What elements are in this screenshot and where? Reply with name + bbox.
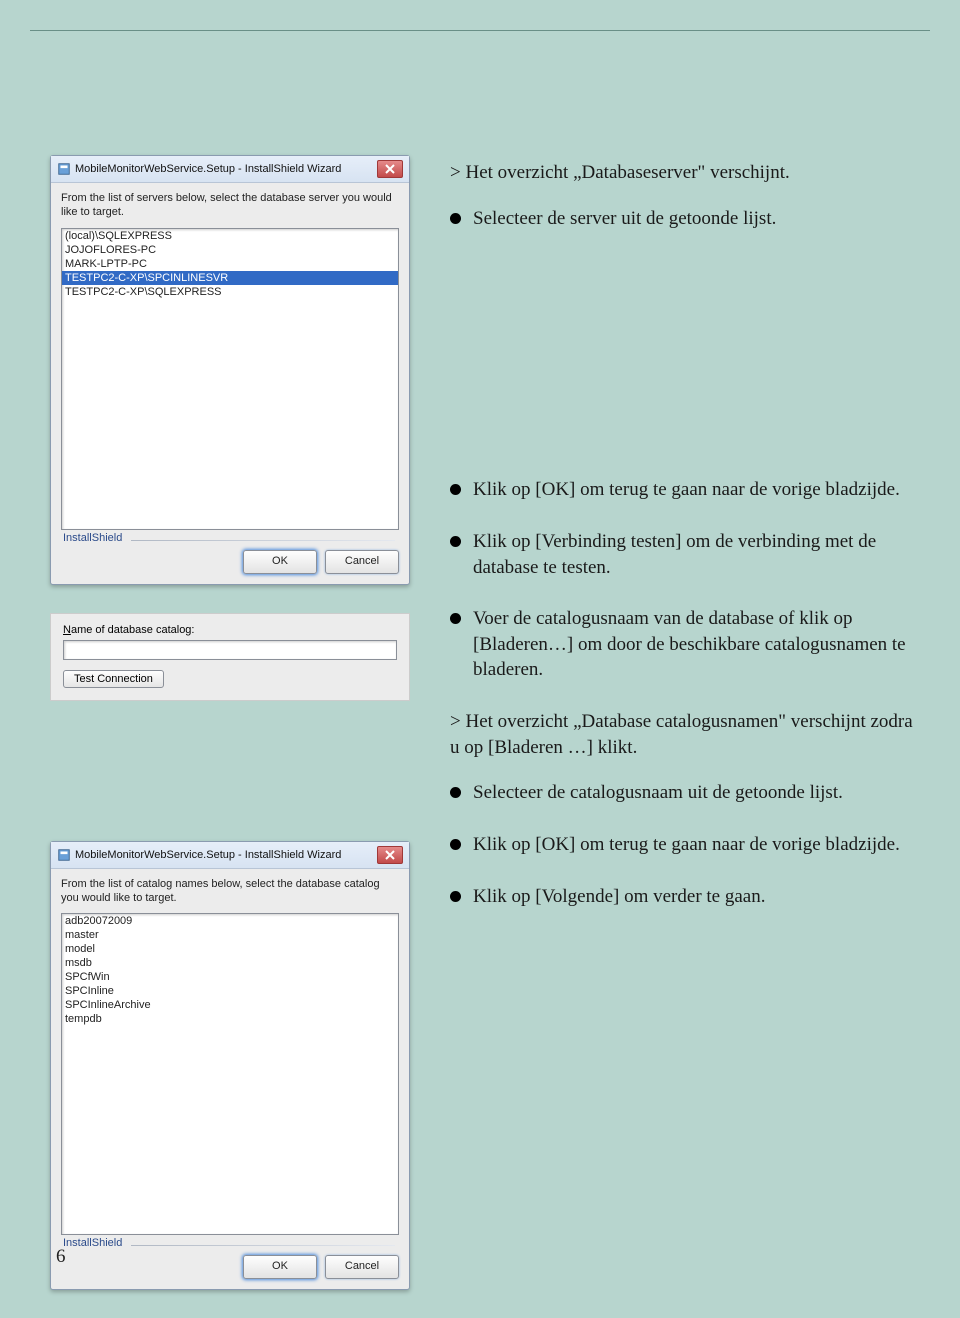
step-click-ok-1: Klik op [OK] om terug te gaan naar de vo… <box>450 477 920 503</box>
step-enter-catalog: Voer de catalogusnaam van de database of… <box>450 606 920 683</box>
left-column: MobileMonitorWebService.Setup - InstallS… <box>50 155 410 1318</box>
bullet-icon <box>450 484 461 495</box>
right-column: > Het overzicht „Databaseserver" verschi… <box>450 160 920 935</box>
step-select-server: Selecteer de server uit de getoonde lijs… <box>450 206 920 232</box>
catalog-listbox[interactable]: adb20072009mastermodelmsdbSPCfWinSPCInli… <box>61 913 399 1235</box>
step-test-connection: Klik op [Verbinding testen] om de verbin… <box>450 529 920 580</box>
list-item[interactable]: msdb <box>62 956 398 970</box>
step-text: Klik op [Volgende] om verder te gaan. <box>473 884 765 910</box>
ok-button[interactable]: OK <box>243 550 317 574</box>
list-item[interactable]: adb20072009 <box>62 914 398 928</box>
close-icon[interactable] <box>377 160 403 178</box>
dialog-select-server: MobileMonitorWebService.Setup - InstallS… <box>50 155 410 585</box>
installer-icon <box>57 848 71 862</box>
dialog-instruction: From the list of servers below, select t… <box>61 191 399 220</box>
step-text: Klik op [OK] om terug te gaan naar de vo… <box>473 832 900 858</box>
step-heading-1: > Het overzicht „Databaseserver" verschi… <box>450 160 920 186</box>
step-click-ok-2: Klik op [OK] om terug te gaan naar de vo… <box>450 832 920 858</box>
test-connection-button[interactable]: Test Connection <box>63 670 164 688</box>
cancel-button[interactable]: Cancel <box>325 550 399 574</box>
list-item[interactable]: SPCfWin <box>62 970 398 984</box>
step-select-catalog: Selecteer de catalogusnaam uit de getoon… <box>450 780 920 806</box>
installer-icon <box>57 162 71 176</box>
dialog-select-catalog: MobileMonitorWebService.Setup - InstallS… <box>50 841 410 1291</box>
page-number: 6 <box>56 1246 66 1268</box>
list-item[interactable]: TESTPC2-C-XP\SPCINLINESVR <box>62 271 398 285</box>
step-text: Selecteer de server uit de getoonde lijs… <box>473 206 776 232</box>
step-text: Klik op [Verbinding testen] om de verbin… <box>473 529 920 580</box>
footer-rule <box>131 1245 395 1246</box>
cancel-button[interactable]: Cancel <box>325 1255 399 1279</box>
list-item[interactable]: model <box>62 942 398 956</box>
list-item[interactable]: MARK-LPTP-PC <box>62 257 398 271</box>
dialog-footer: InstallShield OK Cancel <box>51 1235 409 1289</box>
list-item[interactable]: JOJOFLORES-PC <box>62 243 398 257</box>
bullet-icon <box>450 839 461 850</box>
close-icon[interactable] <box>377 846 403 864</box>
dialog-instruction: From the list of catalog names below, se… <box>61 877 399 906</box>
catalog-name-field-panel: Name of database catalog: Test Connectio… <box>50 613 410 701</box>
bullet-icon <box>450 891 461 902</box>
installshield-label: InstallShield <box>63 1237 122 1249</box>
step-heading-2: > Het overzicht „Database catalogusnamen… <box>450 709 920 760</box>
installshield-label: InstallShield <box>63 532 122 544</box>
list-item[interactable]: tempdb <box>62 1012 398 1026</box>
dialog-titlebar: MobileMonitorWebService.Setup - InstallS… <box>51 842 409 869</box>
footer-rule <box>131 540 395 541</box>
dialog-body: From the list of catalog names below, se… <box>51 869 409 1236</box>
list-item[interactable]: master <box>62 928 398 942</box>
dialog-title: MobileMonitorWebService.Setup - InstallS… <box>75 163 377 175</box>
dialog-body: From the list of servers below, select t… <box>51 183 409 530</box>
dialog-title: MobileMonitorWebService.Setup - InstallS… <box>75 849 377 861</box>
page-top-rule <box>30 30 930 31</box>
server-listbox[interactable]: (local)\SQLEXPRESSJOJOFLORES-PCMARK-LPTP… <box>61 228 399 530</box>
catalog-name-input[interactable] <box>63 640 397 660</box>
dialog-footer: InstallShield OK Cancel <box>51 530 409 584</box>
bullet-icon <box>450 213 461 224</box>
list-item[interactable]: (local)\SQLEXPRESS <box>62 229 398 243</box>
step-text: Voer de catalogusnaam van de database of… <box>473 606 920 683</box>
bullet-icon <box>450 787 461 798</box>
list-item[interactable]: SPCInline <box>62 984 398 998</box>
list-item[interactable]: TESTPC2-C-XP\SQLEXPRESS <box>62 285 398 299</box>
step-click-next: Klik op [Volgende] om verder te gaan. <box>450 884 920 910</box>
step-text: Klik op [OK] om terug te gaan naar de vo… <box>473 477 900 503</box>
bullet-icon <box>450 613 461 624</box>
catalog-name-label: Name of database catalog: <box>63 624 397 636</box>
dialog-titlebar: MobileMonitorWebService.Setup - InstallS… <box>51 156 409 183</box>
ok-button[interactable]: OK <box>243 1255 317 1279</box>
bullet-icon <box>450 536 461 547</box>
step-text: Selecteer de catalogusnaam uit de getoon… <box>473 780 843 806</box>
list-item[interactable]: SPCInlineArchive <box>62 998 398 1012</box>
